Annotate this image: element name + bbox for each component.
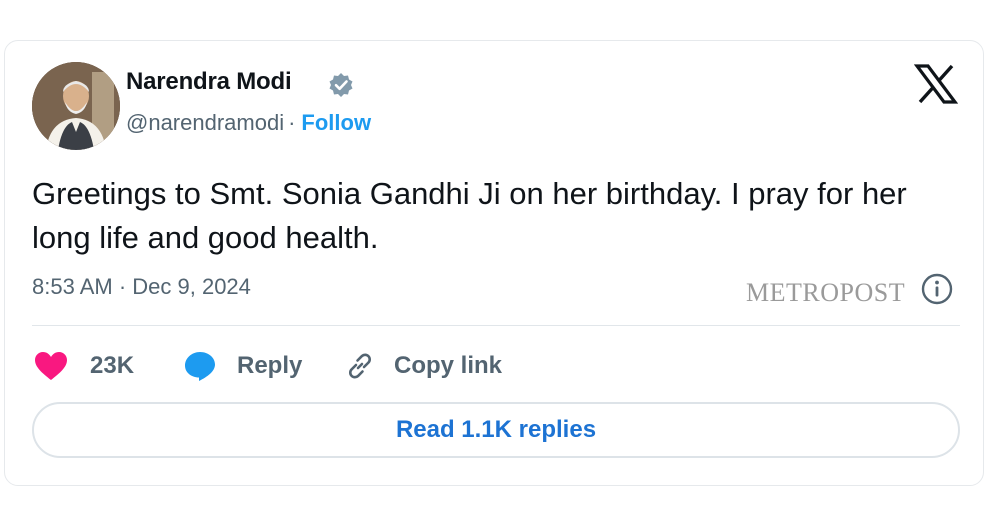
read-replies-button[interactable]: Read 1.1K replies [32,402,960,458]
copy-link-label: Copy link [394,352,503,379]
watermark: METROPOST [746,278,906,307]
divider [32,325,960,326]
separator-dot: · [288,110,296,135]
link-icon [349,353,371,379]
like-button[interactable]: 23K [34,346,134,386]
copy-link-button[interactable]: Copy link [344,346,502,386]
reply-bubble-icon [185,352,215,381]
tweet-text: Greetings to Smt. Sonia Gandhi Ji on her… [32,176,907,255]
verified-badge-icon [328,72,354,98]
x-logo-icon[interactable] [913,64,959,104]
author-name[interactable]: Narendra Modi [126,68,292,96]
reply-button[interactable]: Reply [183,346,302,386]
info-icon[interactable] [920,272,954,306]
like-count: 23K [90,352,135,379]
reply-label: Reply [237,352,303,379]
follow-button[interactable]: Follow [301,110,371,135]
avatar[interactable] [32,62,120,150]
author-handle[interactable]: @narendramodi [126,110,284,135]
heart-icon [35,352,67,380]
author-handle-row: @narendramodi · Follow [126,110,371,136]
read-replies-label: Read 1.1K replies [395,416,597,443]
tweet-timestamp[interactable]: 8:53 AM · Dec 9, 2024 [32,274,251,300]
